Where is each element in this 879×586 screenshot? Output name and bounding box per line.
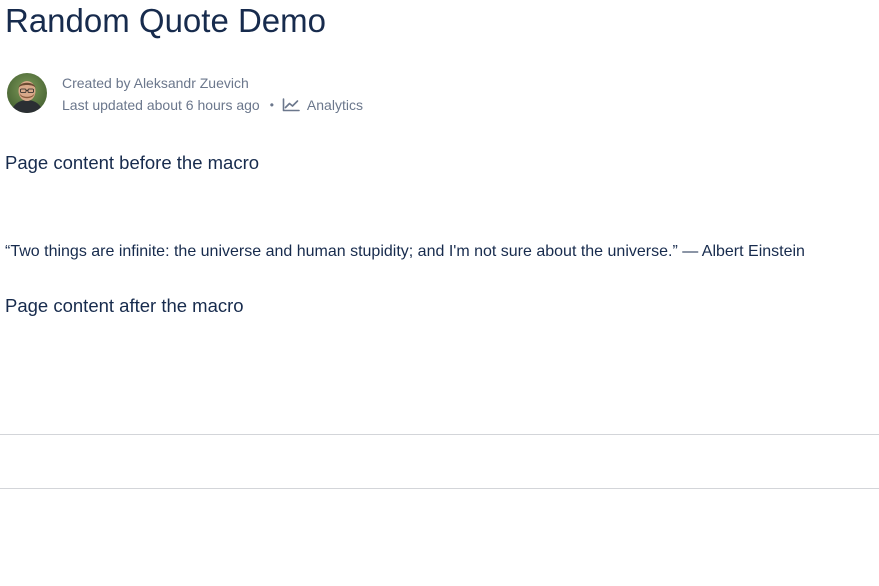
line-chart-icon	[282, 98, 300, 112]
last-updated-text[interactable]: Last updated about 6 hours ago	[62, 94, 260, 116]
confluence-page: Random Quote Demo Created by Aleksandr Z…	[0, 0, 879, 586]
content-before-macro: Page content before the macro	[5, 152, 260, 173]
last-updated-line: Last updated about 6 hours ago • Analyti…	[62, 94, 363, 116]
divider	[0, 434, 879, 435]
divider	[0, 488, 879, 489]
page-title: Random Quote Demo	[5, 2, 326, 39]
byline-separator: •	[269, 98, 274, 112]
page-byline: Created by Aleksandr Zuevich Last update…	[7, 72, 363, 116]
author-avatar[interactable]	[7, 73, 47, 113]
avatar-photo-icon	[7, 73, 47, 113]
byline-text: Created by Aleksandr Zuevich Last update…	[62, 72, 363, 116]
analytics-link[interactable]: Analytics	[282, 94, 363, 116]
analytics-label: Analytics	[306, 97, 363, 113]
content-after-macro: Page content after the macro	[5, 295, 244, 316]
random-quote-macro: “Two things are infinite: the universe a…	[5, 243, 805, 260]
created-by-text: Created by Aleksandr Zuevich	[62, 75, 249, 91]
created-by-line: Created by Aleksandr Zuevich	[62, 72, 363, 94]
